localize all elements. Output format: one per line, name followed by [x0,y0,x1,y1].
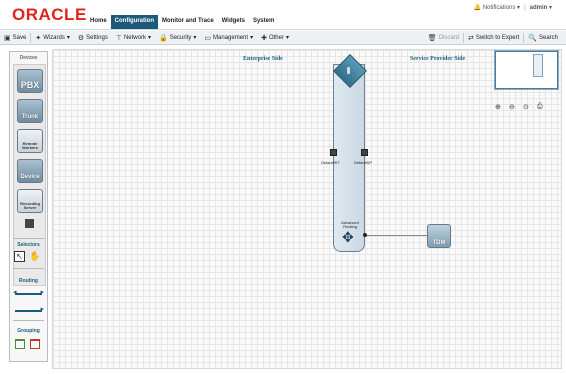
search-button[interactable]: 🔍 Search [524,34,562,42]
settings-button[interactable]: ⚙ Settings [74,34,112,42]
grouping-title: Grouping [17,328,40,334]
enterprise-side-label: Enterprise Side [243,56,283,62]
management-menu[interactable]: ▭ Management ▾ [200,34,257,42]
port-label-defaultist: DefaultIST [321,160,340,165]
bidirectional-route-tool[interactable] [15,293,42,295]
wizard-icon: ✦ [35,34,42,42]
group-remove-tool[interactable] [30,339,40,349]
trash-icon: 🗑 [427,35,437,42]
service-provider-side-label: Service Provider Side [410,56,466,62]
device-palette-panel: Devices PBX Trunk Remote Workers Device … [9,51,48,362]
pointer-tool[interactable]: ↖ [14,251,25,262]
monitor-icon: ▭ [204,34,212,42]
tab-widgets[interactable]: Widgets [218,15,249,29]
minimap[interactable] [494,50,559,90]
gear-icon: ⚙ [77,34,85,42]
group-add-tool[interactable] [15,339,25,349]
port-defaultist[interactable] [330,149,337,156]
network-icon: ⊤ [115,34,122,42]
pbx-device[interactable]: PBX [17,69,43,93]
zoom-in-icon: ⊕ [495,104,501,111]
advanced-routing-label: Advanced Routing [341,220,359,229]
notifications-link[interactable]: 🔔 Notifications ▾ [474,4,521,11]
directional-route-tool[interactable] [15,310,42,312]
save-button[interactable]: ▣ Save [0,34,30,42]
tab-system[interactable]: System [249,15,278,29]
tab-configuration[interactable]: Configuration [110,15,158,29]
save-icon: ▣ [4,34,11,42]
tab-home[interactable]: Home [86,15,111,29]
user-area: 🔔 Notifications ▾ | admin ▾ [474,4,552,12]
sbc-node[interactable]: ⫼ DefaultIST DefaultSP Advanced Routing … [321,54,372,252]
bell-icon: 🔔 [473,5,482,11]
minimap-viewport[interactable] [495,51,558,89]
connection-line[interactable] [365,235,427,236]
port-label-defaultsp: DefaultSP [354,160,373,165]
search-icon: 🔍 [528,35,537,42]
plus-icon: ✚ [261,34,267,42]
zoom-out-icon: ⊖ [509,104,515,111]
tdm-label: TDM [432,240,446,246]
tdm-node[interactable]: TDM [427,224,451,248]
arrow-left-icon: ◂ [13,289,17,296]
connection-endpoint[interactable] [363,233,367,237]
divider [13,238,44,239]
zoom-out-button[interactable]: ⊖ [509,103,515,111]
wizards-menu[interactable]: ✦ Wizards ▾ [31,34,74,42]
discard-button[interactable]: 🗑 Discard [424,34,463,42]
printer-icon: ⎙ [537,103,543,110]
divider: | [524,4,526,11]
pan-tool[interactable]: ✋ [29,251,40,262]
device-item[interactable]: Device [17,159,43,183]
swap-icon: ⇄ [468,35,474,42]
other-menu[interactable]: ✚ Other ▾ [257,34,293,42]
zoom-fit-button[interactable]: ⊙ [523,103,529,111]
toolbar-right: 🗑 Discard ⇄ Switch to Expert 🔍 Search [424,31,562,45]
arrow-right-icon: ▸ [40,289,44,296]
toolbar: ▣ Save ✦ Wizards ▾ ⚙ Settings ⊤ Network ▾ 🔒 S… [0,31,566,45]
lock-icon: 🔒 [158,34,168,42]
routing-arrows-icon[interactable]: ✥ [342,230,354,244]
trunk-device[interactable]: Trunk [17,99,43,123]
arrow-cursor-icon: ↖ [16,252,23,261]
selectors-title: Selectors [17,242,40,248]
tab-monitor-trace[interactable]: Monitor and Trace [158,15,218,29]
zoom-in-button[interactable]: ⊕ [495,103,501,111]
print-button[interactable]: ⎙ [537,103,543,111]
port-item[interactable] [25,219,34,228]
security-menu[interactable]: 🔒 Security ▾ [155,34,200,42]
port-defaultsp[interactable] [361,149,368,156]
arrow-right-icon: ▸ [40,306,44,313]
divider [13,320,44,321]
main-nav: Home Configuration Monitor and Trace Wid… [86,15,278,29]
divider [13,268,44,269]
switch-expert-button[interactable]: ⇄ Switch to Expert [464,34,523,42]
sbc-symbol-icon: ⫼ [347,68,351,75]
palette-title: Devices [19,55,38,61]
zoom-fit-icon: ⊙ [523,104,529,111]
oracle-logo: ORACLE [12,5,87,24]
routing-title: Routing [19,278,38,284]
user-menu[interactable]: admin ▾ [530,4,552,11]
topology-canvas[interactable]: Enterprise Side Service Provider Side ⫼ … [52,49,562,369]
recording-server-device[interactable]: Recording Server [17,189,43,213]
top-bar: ORACLE Home Configuration Monitor and Tr… [0,0,566,30]
remote-workers-device[interactable]: Remote Workers [17,129,43,153]
network-menu[interactable]: ⊤ Network ▾ [112,34,155,42]
hand-icon: ✋ [29,251,41,261]
